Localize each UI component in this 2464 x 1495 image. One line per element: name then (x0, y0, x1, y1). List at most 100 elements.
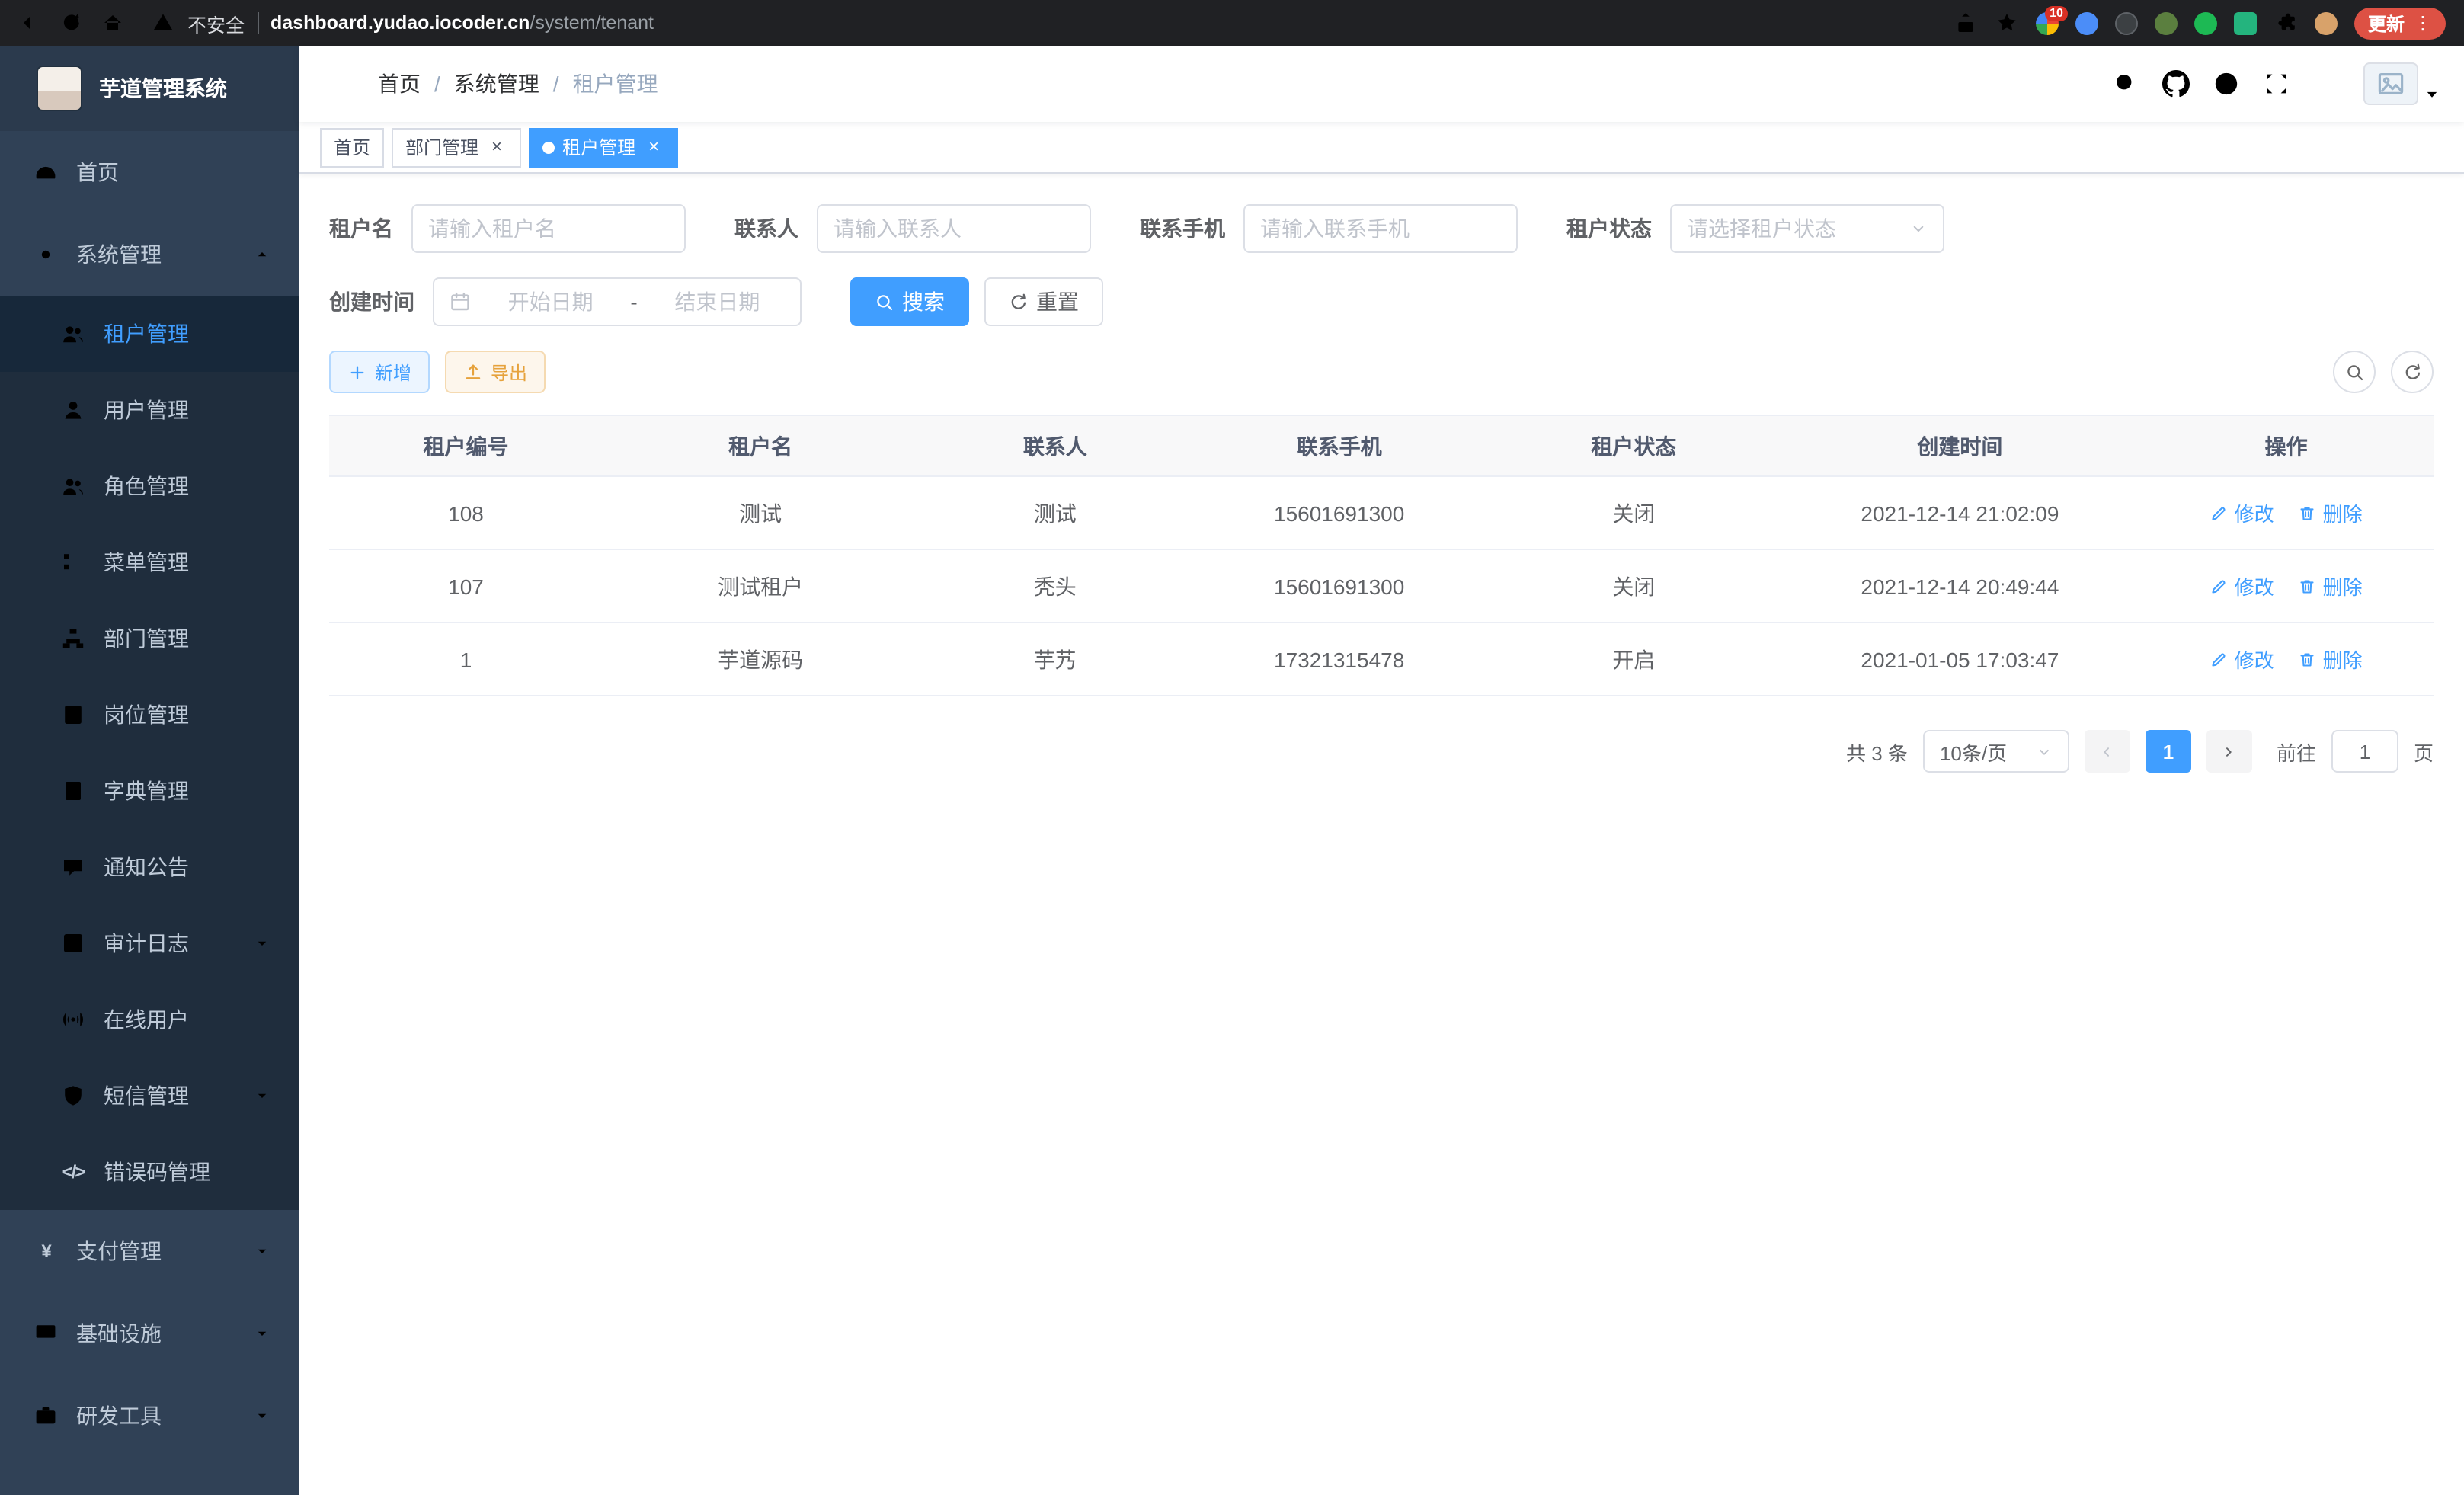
browser-update-button[interactable]: 更新 ⋮ (2354, 7, 2446, 39)
refresh-table-button[interactable] (2391, 351, 2434, 393)
page-size-select[interactable]: 10条/页 (1923, 730, 2069, 773)
bookmark-star-icon[interactable] (1995, 11, 2019, 35)
extension-icon-4[interactable] (2155, 11, 2178, 34)
back-icon[interactable] (18, 11, 43, 35)
extension-icon-1[interactable]: 10 (2036, 11, 2059, 34)
reset-button[interactable]: 重置 (984, 277, 1103, 326)
screen: 不安全 dashboard.yudao.iocoder.cn/system/te… (0, 0, 2464, 1495)
reload-icon[interactable] (59, 11, 84, 35)
search-button[interactable]: 搜索 (850, 277, 969, 326)
status-select[interactable]: 请选择租户状态 (1670, 204, 1944, 253)
security-warning-icon (151, 11, 175, 35)
home-icon[interactable] (101, 11, 125, 35)
font-size-icon[interactable] (2313, 70, 2341, 98)
sidebar-item-infra[interactable]: 基础设施 (0, 1292, 299, 1375)
toggle-search-button[interactable] (2333, 351, 2376, 393)
sidebar-item-notice[interactable]: 通知公告 (0, 829, 299, 905)
export-button[interactable]: 导出 (445, 351, 546, 393)
tags-view: 首页 部门管理 × 租户管理 × (299, 122, 2464, 174)
pagination-total: 共 3 条 (1846, 737, 1908, 766)
delete-link[interactable]: 删除 (2299, 498, 2363, 527)
tab-dept[interactable]: 部门管理 × (392, 127, 521, 167)
sidebar-item-post[interactable]: 岗位管理 (0, 677, 299, 753)
chevron-left-icon (2099, 743, 2116, 760)
navbar: 首页 / 系统管理 / 租户管理 (299, 46, 2464, 122)
user-avatar-menu[interactable] (2363, 62, 2440, 105)
fullscreen-icon[interactable] (2263, 70, 2290, 98)
sidebar-item-dict[interactable]: 字典管理 (0, 753, 299, 829)
sidebar-item-devtools[interactable]: 研发工具 (0, 1375, 299, 1457)
cell-contact: 秃头 (918, 549, 1192, 623)
delete-link[interactable]: 删除 (2299, 571, 2363, 600)
extension-icon-3[interactable] (2115, 11, 2138, 34)
sidebar-item-user[interactable]: 用户管理 (0, 372, 299, 448)
refresh-icon (1009, 292, 1029, 312)
tenant-name-input[interactable] (428, 216, 669, 241)
edit-link[interactable]: 修改 (2210, 571, 2274, 600)
notice-bubble-icon (61, 855, 85, 879)
toolbox-icon (34, 1404, 58, 1428)
status-label: 租户状态 (1566, 213, 1652, 244)
prev-page-button[interactable] (2085, 730, 2130, 773)
sidebar-item-menu[interactable]: 菜单管理 (0, 524, 299, 600)
tab-tenant[interactable]: 租户管理 × (529, 127, 678, 167)
col-tenant-id: 租户编号 (329, 415, 603, 476)
page-number-1[interactable]: 1 (2146, 730, 2191, 773)
edit-link[interactable]: 修改 (2210, 645, 2274, 674)
browser-profile-avatar[interactable] (2315, 11, 2338, 34)
sidebar-item-dept[interactable]: 部门管理 (0, 600, 299, 677)
address-bar[interactable]: 不安全 dashboard.yudao.iocoder.cn/system/te… (142, 0, 1937, 46)
sidebar: 芋道管理系统 首页 系统管理 租户管理 用户管理 角色管理 (0, 46, 299, 1495)
tab-home[interactable]: 首页 (320, 127, 384, 167)
sidebar-item-home[interactable]: 首页 (0, 131, 299, 213)
goto-page-input[interactable] (2331, 730, 2398, 773)
sidebar-item-sms[interactable]: 短信管理 (0, 1058, 299, 1134)
cell-created: 2021-12-14 20:49:44 (1781, 549, 2139, 623)
sidebar-item-tenant[interactable]: 租户管理 (0, 296, 299, 372)
extension-icon-2[interactable] (2075, 11, 2098, 34)
sidebar-item-errcode[interactable]: </> 错误码管理 (0, 1134, 299, 1210)
cell-created: 2021-12-14 21:02:09 (1781, 476, 2139, 549)
cell-mobile: 17321315478 (1192, 623, 1486, 696)
audit-log-icon (61, 931, 85, 956)
app-logo[interactable]: 芋道管理系统 (0, 46, 299, 131)
extension-icon-5[interactable] (2194, 11, 2217, 34)
logo-image (37, 66, 82, 111)
sidebar-collapse-icon[interactable] (323, 69, 354, 99)
navbar-actions (2112, 62, 2440, 105)
mobile-input[interactable] (1260, 216, 1501, 241)
add-button[interactable]: 新增 (329, 351, 430, 393)
col-contact: 联系人 (918, 415, 1192, 476)
breadcrumb-home[interactable]: 首页 (378, 69, 421, 99)
address-divider (257, 12, 258, 34)
browser-menu-icon[interactable]: ⋮ (2414, 12, 2432, 34)
extension-icon-6[interactable] (2234, 11, 2257, 34)
sidebar-item-role[interactable]: 角色管理 (0, 448, 299, 524)
trash-icon (2299, 650, 2317, 668)
search-icon[interactable] (2112, 70, 2139, 98)
help-icon[interactable] (2213, 70, 2240, 98)
close-icon[interactable]: × (486, 136, 507, 158)
chevron-down-icon (253, 1324, 271, 1343)
share-icon[interactable] (1954, 11, 1978, 35)
edit-link[interactable]: 修改 (2210, 498, 2274, 527)
sidebar-item-pay[interactable]: ¥ 支付管理 (0, 1210, 299, 1292)
goto-label: 前往 (2277, 737, 2316, 766)
sidebar-item-system[interactable]: 系统管理 (0, 213, 299, 296)
delete-link[interactable]: 删除 (2299, 645, 2363, 674)
github-icon[interactable] (2162, 70, 2190, 98)
sidebar-item-audit-log[interactable]: 审计日志 (0, 905, 299, 981)
tenant-name-label: 租户名 (329, 213, 393, 244)
code-icon: </> (61, 1161, 85, 1183)
next-page-button[interactable] (2206, 730, 2252, 773)
close-icon[interactable]: × (643, 136, 664, 158)
date-range-picker[interactable]: 开始日期 - 结束日期 (433, 277, 802, 326)
col-actions: 操作 (2139, 415, 2434, 476)
pencil-icon (2210, 504, 2229, 522)
sidebar-item-online-user[interactable]: 在线用户 (0, 981, 299, 1058)
breadcrumb-system[interactable]: 系统管理 (454, 69, 539, 99)
chevron-down-icon (1909, 219, 1928, 238)
cell-mobile: 15601691300 (1192, 476, 1486, 549)
extensions-puzzle-icon[interactable] (2274, 11, 2298, 35)
contact-input[interactable] (834, 216, 1074, 241)
